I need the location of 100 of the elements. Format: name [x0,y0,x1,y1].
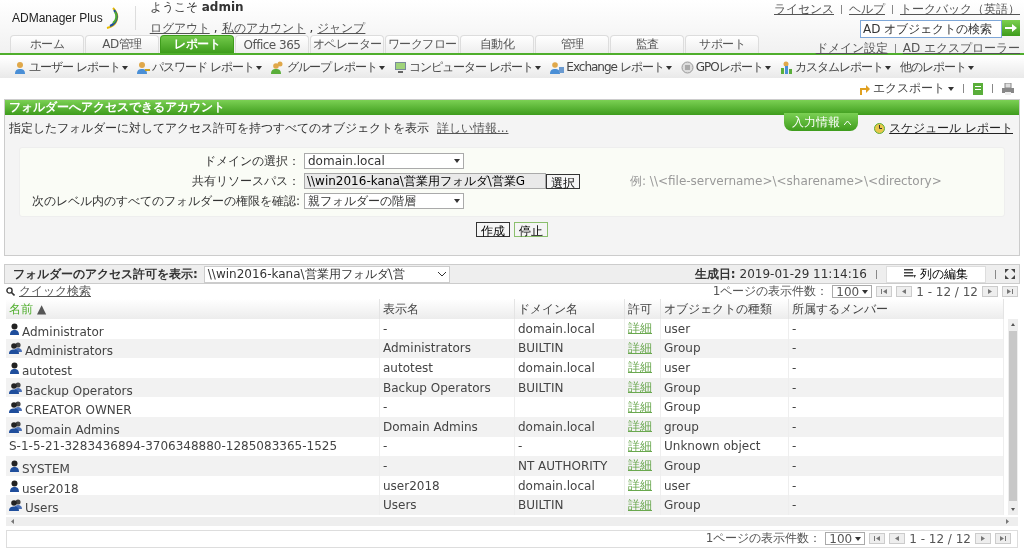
dropdown-field[interactable]: domain.local [304,153,464,169]
domain-cell: NT AUTHORITY [518,458,608,473]
previous-icon [894,536,901,542]
previous-page-button[interactable] [889,533,906,545]
report-menu[interactable]: GPOレポート [680,59,771,76]
members-cell: - [792,341,797,356]
user-icon [14,61,27,74]
dropdown-field[interactable]: 親フォルダーの階層 [304,193,464,209]
more-info-link[interactable]: 詳しい情報... [437,119,509,137]
column-header[interactable]: ドメイン名 [515,299,625,319]
header-link[interactable]: ライセンス [774,1,834,18]
object-type-cell: user [664,478,691,493]
column-header[interactable]: 許可 [625,299,661,319]
nav-tab[interactable]: ホーム [10,35,84,53]
first-page-button[interactable] [869,533,886,545]
display-name-cell: Backup Operators [383,380,491,395]
link-separator: , [309,21,314,35]
per-page-select[interactable]: 100 [832,285,873,298]
schedule-report-link[interactable]: スケジュール レポート [889,119,1013,137]
generated-label: 生成日: [694,265,736,283]
first-page-icon [880,289,889,294]
object-type-cell: Group [664,458,701,473]
account-link[interactable]: 私のアカウント [221,19,306,37]
report-menu[interactable]: グループ レポート [270,59,386,76]
quick-search-link[interactable]: クイック検索 [19,283,91,300]
search-button[interactable] [1002,20,1020,36]
account-link[interactable]: ジャンプ [317,19,366,37]
header-link[interactable]: ヘルプ [849,1,885,18]
report-menu[interactable]: ユーザー レポート [14,59,128,76]
action-button[interactable]: 停止 [514,222,548,237]
column-header[interactable]: オブジェクトの種類 [661,299,789,319]
report-menu[interactable]: 他のレポート [899,59,974,76]
chart-icon [779,61,793,74]
first-page-button[interactable] [876,286,893,297]
path-select[interactable]: \\win2016-kana\営業用フォルダ\営 [203,265,450,283]
members-cell: - [792,498,797,513]
name-cell: SYSTEM [22,461,70,476]
last-page-button[interactable] [995,533,1011,545]
report-menu[interactable]: カスタムレポート [779,59,891,76]
caret-icon [862,289,869,294]
action-button[interactable]: 作成 [476,222,510,237]
document-icon[interactable] [973,82,983,95]
column-header[interactable]: 表示名 [380,299,515,319]
report-menu[interactable]: Exchange レポート [550,59,672,76]
next-page-button[interactable] [975,533,991,545]
name-cell: CREATOR OWNER [25,403,132,418]
scrollbar[interactable] [1008,319,1018,515]
domain-cell: domain.local [518,361,595,375]
members-cell: - [792,361,797,375]
nav-tab[interactable]: AD管理 [85,35,159,53]
per-page-select[interactable]: 100 [825,532,866,546]
account-link[interactable]: ログアウト [149,19,210,37]
previous-page-button[interactable] [896,286,913,297]
object-type-cell: Unknown object [664,439,761,454]
object-type-cell: Group [664,498,701,513]
scrollbar[interactable] [6,516,1018,526]
next-page-button[interactable] [982,286,998,297]
edit-columns-button[interactable]: 列の編集 [886,265,986,283]
export-arrow-icon [860,82,870,95]
display-name-cell: Users [383,498,417,513]
last-page-icon [999,536,1007,542]
username: admin [201,0,244,14]
last-page-button[interactable] [1002,286,1018,297]
print-icon[interactable] [1002,82,1014,95]
caret-icon [255,65,262,70]
nav-tab[interactable]: ワークフロー [385,35,459,53]
report-menu[interactable]: コンピューター レポート [394,59,542,76]
path-field[interactable]: \\win2016-kana\営業用フォルダ\営業G [304,173,546,189]
field-label: 共有リソースパス： [191,172,301,190]
name-cell: Domain Admins [25,422,120,437]
header-link[interactable]: AD エクスプローラー [902,40,1020,57]
column-header[interactable]: 名前 ▲ [6,299,380,319]
name-cell: Users [25,501,59,516]
nav-tab[interactable]: オペレーター [310,35,384,53]
group-icon [9,342,23,355]
name-cell: user2018 [22,481,79,496]
members-cell: - [792,478,797,493]
report-description: 指定したフォルダーに対してアクセス許可を持つすべてのオブジェクトを表示 [9,119,429,137]
header-link[interactable]: トークバック（英語） [900,1,1020,18]
nav-tab[interactable]: Office 365 [235,35,309,53]
user-icon [9,479,20,492]
nav-tab[interactable]: 監査 [610,35,684,53]
generated-date: 2019-01-29 11:14:16 [739,267,867,281]
name-cell: S-1-5-21-3283436894-3706348880-1285083365-1525 [9,439,338,454]
domain-cell: - [518,439,523,454]
export-menu[interactable]: エクスポート [860,80,954,97]
column-header[interactable]: 所属するメンバー [789,299,1004,319]
report-menu[interactable]: パスワード レポート [136,59,262,76]
chevron-down-icon [437,271,446,277]
nav-tab[interactable]: 自動化 [460,35,534,53]
per-page-label: 1ページの表示件数： [712,283,829,300]
expand-icon[interactable] [1005,269,1015,279]
nav-tab[interactable]: サポート [685,35,759,53]
caret-icon [665,65,672,70]
object-type-cell: user [664,321,691,336]
header-link[interactable]: ドメイン設定 [815,40,888,57]
search-field[interactable]: AD オブジェクトの検索 [860,20,1002,38]
nav-tab[interactable]: 管理 [535,35,609,53]
user-icon [9,459,20,472]
select-button[interactable]: 選択 [546,173,580,189]
